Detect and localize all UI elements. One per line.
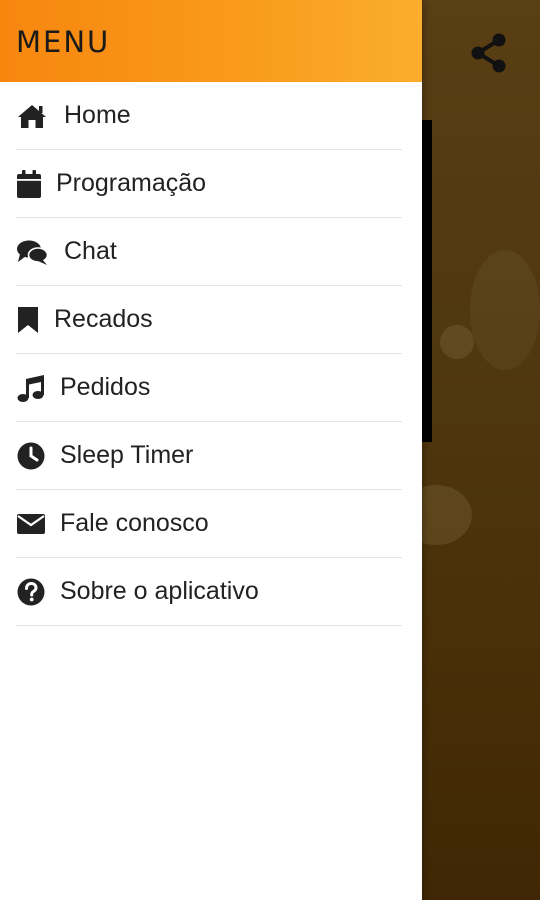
app-screen: MENU Home Programação Chat Recados Pedid… — [0, 0, 540, 900]
bokeh-light — [470, 250, 540, 370]
background-panel-edge — [422, 120, 432, 442]
menu-item-sleep-timer[interactable]: Sleep Timer — [16, 422, 402, 490]
envelope-icon — [16, 508, 48, 540]
menu-item-label: Fale conosco — [60, 509, 209, 537]
menu-item-label: Recados — [54, 305, 153, 333]
calendar-icon — [16, 168, 48, 200]
menu-item-label: Chat — [64, 237, 117, 265]
menu-item-fale-conosco[interactable]: Fale conosco — [16, 490, 402, 558]
menu-item-recados[interactable]: Recados — [16, 286, 402, 354]
menu-item-label: Pedidos — [60, 373, 151, 401]
menu-item-label: Home — [64, 101, 131, 129]
drawer-header: MENU — [0, 0, 422, 82]
menu-item-programacao[interactable]: Programação — [16, 150, 402, 218]
bokeh-light — [440, 325, 474, 359]
menu-item-label: Programação — [56, 169, 207, 197]
menu-item-label: Sleep Timer — [60, 441, 194, 469]
menu-item-sobre[interactable]: Sobre o aplicativo — [16, 558, 402, 626]
bookmark-icon — [16, 304, 48, 336]
share-icon — [471, 33, 506, 73]
drawer-title: MENU — [16, 25, 111, 59]
music-note-icon — [16, 372, 48, 404]
question-circle-icon — [16, 576, 48, 608]
chat-bubbles-icon — [16, 236, 48, 268]
drawer-menu: Home Programação Chat Recados Pedidos Sl… — [0, 82, 422, 626]
navigation-drawer: MENU Home Programação Chat Recados Pedid… — [0, 0, 422, 900]
menu-item-chat[interactable]: Chat — [16, 218, 402, 286]
home-icon — [16, 100, 48, 132]
clock-icon — [16, 440, 48, 472]
menu-item-label: Sobre o aplicativo — [60, 577, 259, 605]
menu-item-pedidos[interactable]: Pedidos — [16, 354, 402, 422]
menu-item-home[interactable]: Home — [16, 82, 402, 150]
share-button[interactable] — [466, 30, 512, 76]
